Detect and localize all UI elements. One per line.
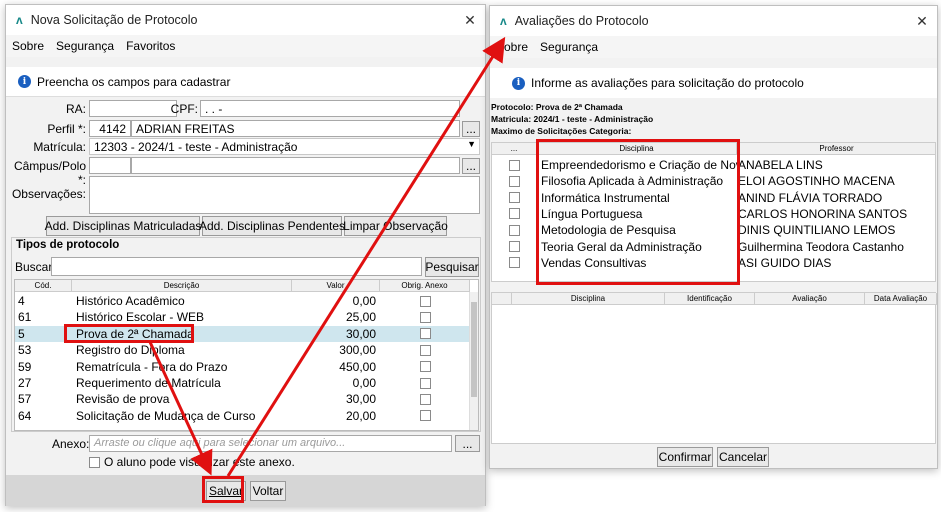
arrow-salvar-to-window	[226, 36, 506, 477]
arrow-prova-to-salvar	[148, 341, 213, 476]
annotation-arrows	[148, 36, 506, 477]
